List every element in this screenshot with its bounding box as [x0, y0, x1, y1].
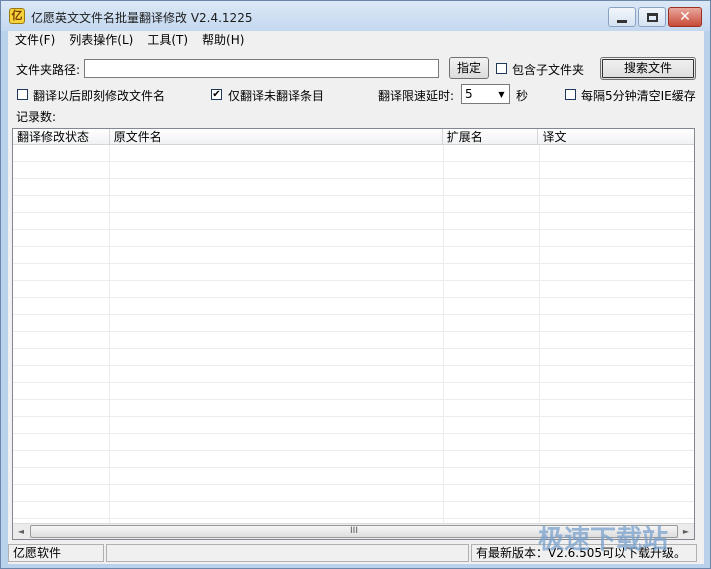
col-status[interactable]: 翻译修改状态	[13, 129, 110, 145]
close-button[interactable]: ✕	[668, 7, 702, 27]
include-subfolders-checkbox[interactable]	[496, 63, 507, 74]
delay-label: 翻译限速延时:	[378, 89, 455, 103]
watermark-logo: 极速下载站	[538, 525, 669, 555]
assign-folder-button[interactable]: 指定	[449, 57, 489, 79]
window-controls: ✕	[606, 7, 702, 27]
client-area: 文件(F) 列表操作(L) 工具(T) 帮助(H) 文件夹路径: 指定 包含子文…	[8, 31, 704, 564]
status-left: 亿愿软件	[8, 544, 104, 562]
maximize-icon	[646, 12, 658, 22]
list-rows	[13, 145, 694, 525]
record-count-label: 记录数:	[16, 110, 57, 124]
close-icon: ✕	[679, 9, 691, 25]
rename-after-label: 翻译以后即刻修改文件名	[33, 89, 166, 103]
scroll-right-icon[interactable]: ►	[678, 524, 694, 539]
col-translation[interactable]: 译文	[538, 129, 694, 145]
app-window: 亿 亿愿英文文件名批量翻译修改 V2.4.1225 ✕ 文件(F) 列表操作(L…	[0, 0, 711, 569]
minimize-icon	[617, 19, 627, 23]
delay-select[interactable]: 5 ▼	[461, 84, 510, 104]
list-header: 翻译修改状态 原文件名 扩展名 译文	[13, 129, 694, 145]
menu-tools[interactable]: 工具(T)	[140, 31, 195, 50]
col-original-name[interactable]: 原文件名	[110, 129, 443, 145]
clear-ie-cache-label: 每隔5分钟清空IE缓存	[581, 89, 696, 103]
include-subfolders-label: 包含子文件夹	[512, 63, 585, 77]
maximize-button[interactable]	[638, 7, 666, 27]
status-middle	[106, 544, 469, 562]
menu-bar: 文件(F) 列表操作(L) 工具(T) 帮助(H)	[8, 31, 704, 50]
only-untranslated-checkbox[interactable]: ✔	[211, 89, 222, 100]
app-icon: 亿	[9, 8, 25, 24]
folder-path-input[interactable]	[84, 59, 439, 78]
folder-path-label: 文件夹路径:	[16, 63, 81, 77]
rename-after-checkbox[interactable]	[17, 89, 28, 100]
col-extension[interactable]: 扩展名	[443, 129, 539, 145]
search-files-button[interactable]: 搜索文件	[600, 57, 696, 80]
only-untranslated-label: 仅翻译未翻译条目	[228, 89, 325, 103]
file-list[interactable]: 翻译修改状态 原文件名 扩展名 译文 ◄ III ►	[12, 128, 695, 540]
scroll-left-icon[interactable]: ◄	[13, 524, 29, 539]
clear-ie-cache-checkbox[interactable]	[565, 89, 576, 100]
minimize-button[interactable]	[608, 7, 636, 27]
title-bar[interactable]: 亿 亿愿英文文件名批量翻译修改 V2.4.1225 ✕	[1, 1, 710, 31]
menu-help[interactable]: 帮助(H)	[195, 31, 251, 50]
window-title: 亿愿英文文件名批量翻译修改 V2.4.1225	[31, 11, 253, 25]
chevron-down-icon[interactable]: ▼	[494, 85, 509, 103]
menu-list-ops[interactable]: 列表操作(L)	[62, 31, 140, 50]
delay-unit: 秒	[516, 89, 529, 103]
menu-file[interactable]: 文件(F)	[8, 31, 62, 50]
delay-value: 5	[465, 87, 473, 101]
